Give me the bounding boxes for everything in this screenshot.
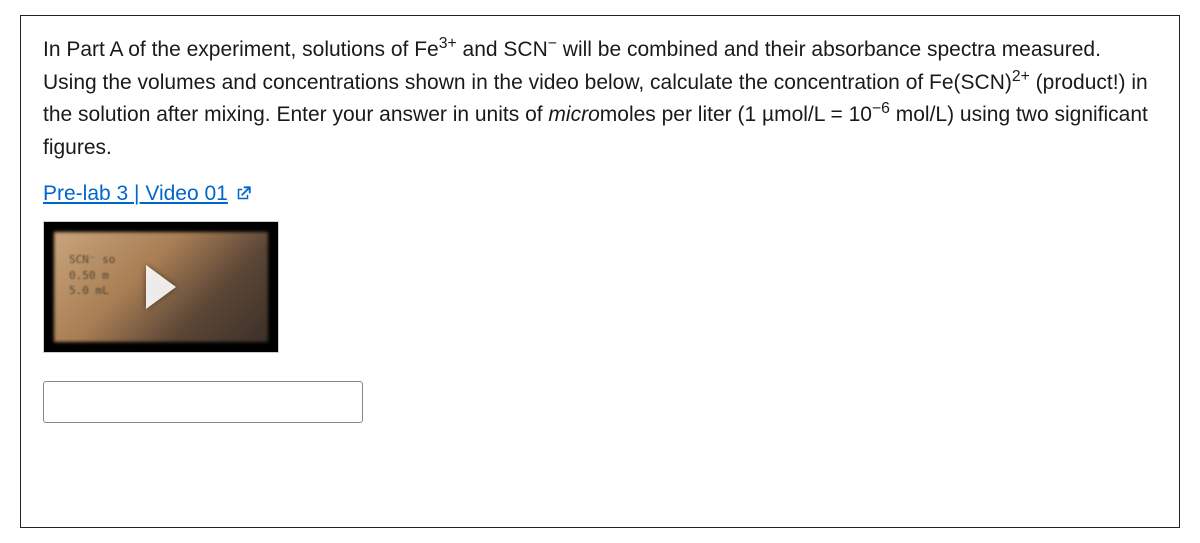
external-link-icon <box>234 185 252 203</box>
q-text-1: In Part A of the experiment, solutions o… <box>43 38 439 61</box>
thumbnail-text: SCN⁻ so 0.50 m 5.0 mL <box>69 252 115 298</box>
play-icon <box>146 265 176 309</box>
q-sup-1: 3+ <box>439 35 457 52</box>
q-text-2: and SCN <box>457 38 548 61</box>
q-sup-4: −6 <box>872 100 890 117</box>
video-link[interactable]: Pre-lab 3 | Video 01 <box>43 182 252 206</box>
question-prompt: In Part A of the experiment, solutions o… <box>43 34 1157 164</box>
video-link-text: Pre-lab 3 | Video 01 <box>43 182 228 206</box>
q-sup-2: − <box>548 35 557 52</box>
q-italic: micro <box>548 103 599 126</box>
q-sup-3: 2+ <box>1012 68 1030 85</box>
answer-input[interactable] <box>43 381 363 423</box>
q-text-5: moles per liter (1 µmol/L = 10 <box>600 103 872 126</box>
video-thumbnail[interactable]: SCN⁻ so 0.50 m 5.0 mL <box>43 221 279 353</box>
